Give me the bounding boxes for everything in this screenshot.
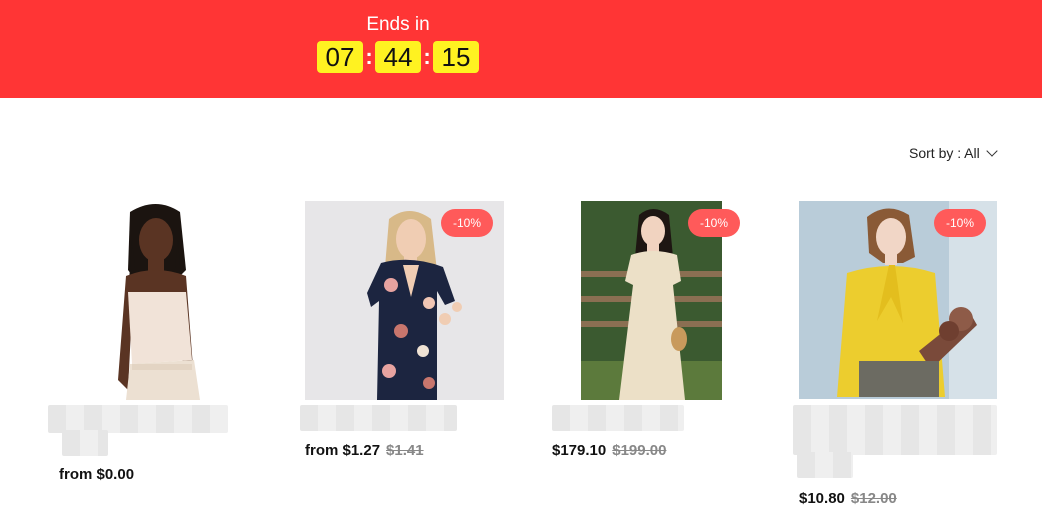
current-price: $179.10 (552, 442, 607, 459)
timer-minutes: 44 (375, 41, 421, 73)
discount-badge: -10% (688, 209, 741, 237)
timer-seconds: 15 (433, 41, 479, 73)
product-price: $10.80 $12.00 (799, 490, 897, 507)
product-price: from $1.27 $1.41 (305, 442, 424, 459)
product-title-redacted (797, 452, 853, 478)
discount-badge: -10% (934, 209, 987, 237)
product-title-redacted (62, 430, 108, 456)
sort-by-value: All (964, 145, 980, 161)
product-title-redacted (552, 405, 684, 431)
product-title-redacted (48, 405, 228, 433)
original-price: $199.00 (612, 442, 667, 459)
ends-in-label: Ends in (366, 14, 430, 35)
sort-by-label: Sort by : (909, 145, 962, 161)
discount-badge: -10% (441, 209, 494, 237)
product-image[interactable] (48, 200, 248, 400)
timer-separator: : (423, 44, 431, 69)
timer-hours: 07 (317, 41, 363, 73)
sort-by-dropdown[interactable]: Sort by : All (909, 144, 998, 161)
current-price: from $0.00 (59, 466, 135, 483)
chevron-down-icon (986, 144, 998, 157)
current-price: $10.80 (799, 490, 845, 507)
product-price: $179.10 $199.00 (552, 442, 666, 459)
countdown-banner: Ends in 07 : 44 : 15 (0, 0, 1042, 98)
countdown-timer: 07 : 44 : 15 (317, 41, 479, 73)
timer-separator: : (365, 44, 373, 69)
current-price: from $1.27 (305, 442, 381, 459)
product-price: from $0.00 (59, 466, 134, 483)
original-price: $12.00 (850, 490, 897, 507)
product-title-redacted (300, 405, 457, 431)
original-price: $1.41 (386, 442, 424, 459)
product-title-redacted (793, 405, 997, 455)
